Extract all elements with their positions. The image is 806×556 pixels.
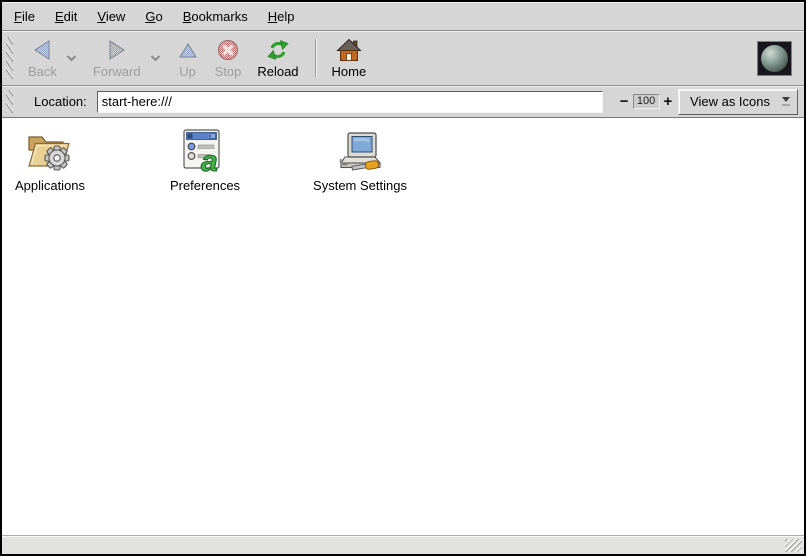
throbber	[757, 41, 792, 76]
back-button[interactable]: Back	[20, 35, 65, 81]
toolbar-grip[interactable]	[6, 37, 13, 79]
icon-label: Applications	[15, 178, 85, 193]
preferences-icon: a	[181, 128, 229, 174]
view-as-dropdown[interactable]: View as Icons	[678, 89, 798, 115]
reload-button[interactable]: Reload	[249, 35, 306, 81]
zoom-level: 100	[633, 94, 660, 109]
stop-icon	[216, 37, 240, 63]
back-label: Back	[28, 64, 57, 79]
icon-applications[interactable]: Applications	[2, 128, 120, 193]
chevron-down-icon	[782, 97, 790, 106]
icon-preferences[interactable]: a Preferences	[135, 128, 275, 193]
resize-grip[interactable]	[785, 539, 802, 552]
icon-label: System Settings	[313, 178, 407, 193]
file-manager-window: File Edit View Go Bookmarks Help Back	[0, 0, 806, 556]
forward-dropdown-button[interactable]	[149, 38, 163, 78]
back-dropdown-button[interactable]	[65, 38, 79, 78]
icon-label: Preferences	[170, 178, 240, 193]
stop-label: Stop	[215, 64, 242, 79]
zoom-out-button[interactable]: −	[616, 92, 633, 112]
location-bar: Location: − 100 + View as Icons	[2, 86, 804, 118]
home-icon	[336, 37, 362, 63]
chevron-down-icon	[150, 54, 161, 62]
reload-icon	[265, 37, 291, 63]
home-label: Home	[332, 64, 367, 79]
location-label: Location:	[34, 94, 87, 109]
view-as-label: View as Icons	[690, 94, 770, 109]
icon-view[interactable]: Applications a Preferences	[2, 118, 804, 535]
menu-edit[interactable]: Edit	[45, 4, 87, 29]
up-label: Up	[179, 64, 196, 79]
menu-view[interactable]: View	[87, 4, 135, 29]
svg-text:a: a	[201, 145, 218, 174]
forward-label: Forward	[93, 64, 141, 79]
home-button[interactable]: Home	[324, 35, 375, 81]
menu-file[interactable]: File	[4, 4, 45, 29]
up-arrow-icon	[177, 37, 199, 63]
location-bar-grip[interactable]	[6, 90, 13, 113]
icon-system-settings[interactable]: System Settings	[290, 128, 430, 193]
menu-bar: File Edit View Go Bookmarks Help	[2, 2, 804, 31]
status-bar	[2, 535, 804, 554]
sphere-throbber-icon	[761, 45, 788, 72]
menu-go[interactable]: Go	[135, 4, 172, 29]
stop-button[interactable]: Stop	[207, 35, 250, 81]
zoom-in-button[interactable]: +	[660, 92, 677, 112]
system-settings-icon	[335, 128, 385, 174]
forward-arrow-icon	[106, 37, 128, 63]
applications-folder-icon	[25, 128, 75, 174]
menu-bookmarks[interactable]: Bookmarks	[173, 4, 258, 29]
back-arrow-icon	[31, 37, 53, 63]
location-input[interactable]	[97, 91, 603, 113]
chevron-down-icon	[66, 54, 77, 62]
up-button[interactable]: Up	[169, 35, 207, 81]
reload-label: Reload	[257, 64, 298, 79]
toolbar-separator	[315, 39, 316, 77]
forward-button[interactable]: Forward	[85, 35, 149, 81]
toolbar: Back Forward	[2, 31, 804, 86]
menu-help[interactable]: Help	[258, 4, 305, 29]
